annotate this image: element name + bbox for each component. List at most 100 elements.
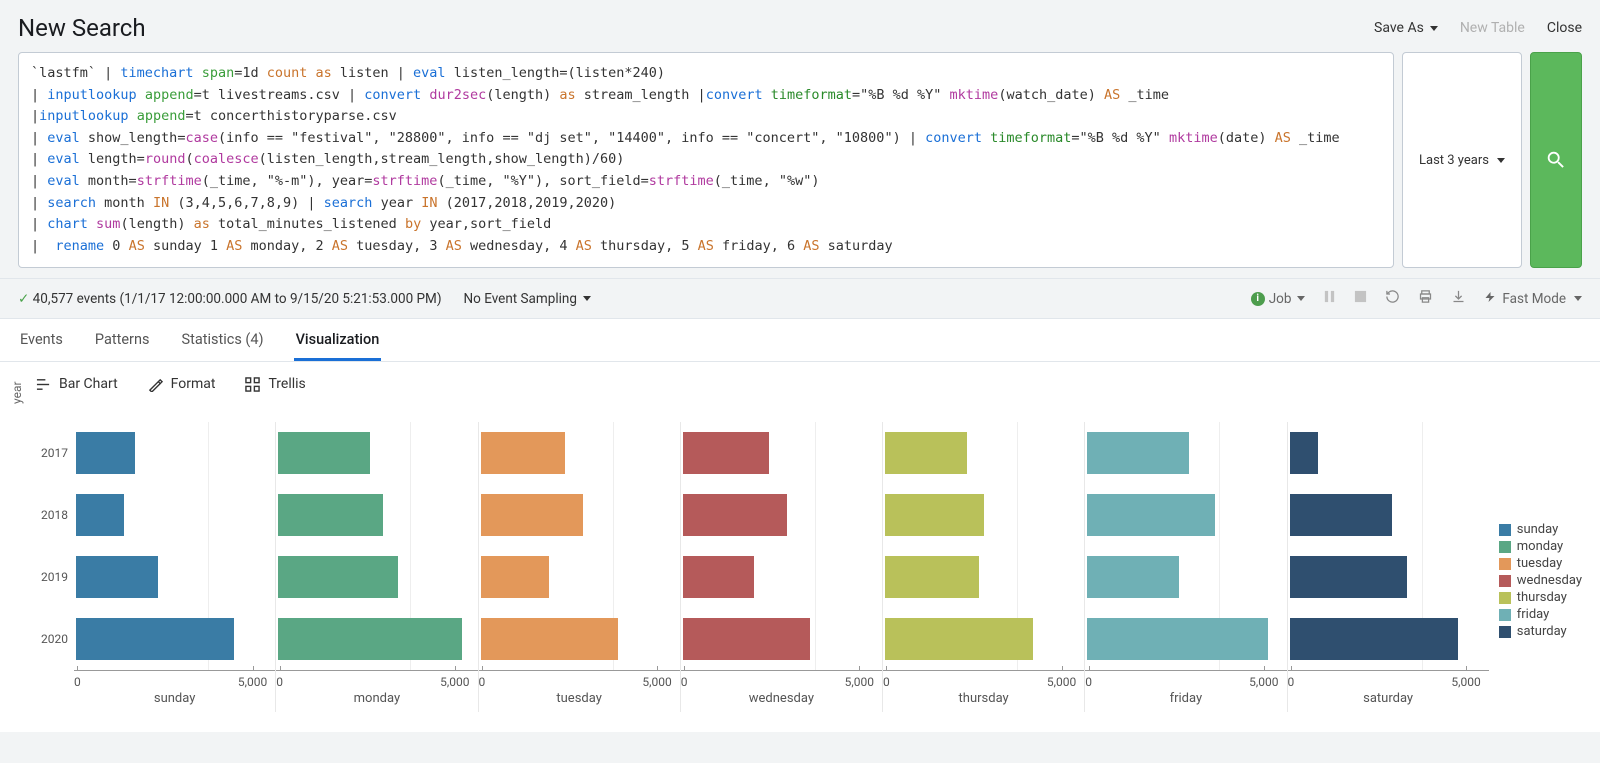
reload-icon[interactable] — [1385, 289, 1400, 308]
pause-icon — [1323, 290, 1336, 307]
facet-title: thursday — [883, 691, 1084, 706]
events-text: 40,577 events (1/1/17 12:00:00.000 AM to… — [33, 291, 442, 307]
facet-friday: 05,000friday — [1084, 422, 1286, 712]
header-actions: Save As New Table Close — [1374, 20, 1582, 36]
event-sampling-menu[interactable]: No Event Sampling — [464, 291, 591, 307]
bar[interactable] — [1087, 618, 1268, 660]
bar[interactable] — [76, 556, 158, 598]
legend-item-tuesday[interactable]: tuesday — [1499, 556, 1582, 571]
save-as-menu[interactable]: Save As — [1374, 20, 1438, 36]
bar[interactable] — [885, 556, 979, 598]
search-button[interactable] — [1530, 52, 1582, 268]
x-tick: 5,000 — [845, 675, 874, 689]
bar[interactable] — [76, 494, 124, 536]
bar[interactable] — [1087, 556, 1179, 598]
facet-sunday: 05,000sunday — [74, 422, 275, 712]
job-menu[interactable]: i Job — [1251, 291, 1306, 307]
y-axis-categories: 2017201820192020 — [32, 422, 74, 670]
bar[interactable] — [1087, 494, 1215, 536]
bar[interactable] — [76, 432, 135, 474]
chevron-down-icon — [583, 296, 591, 301]
bar[interactable] — [1290, 556, 1407, 598]
legend-label: sunday — [1517, 522, 1559, 537]
facet-saturday: 05,000saturday — [1287, 422, 1489, 712]
bar[interactable] — [885, 494, 984, 536]
download-icon[interactable] — [1451, 289, 1466, 308]
facet-tuesday: 05,000tuesday — [478, 422, 680, 712]
bar[interactable] — [1087, 432, 1189, 474]
format-button[interactable]: Format — [148, 376, 216, 392]
chart-facets: 05,000sunday05,000monday05,000tuesday05,… — [74, 422, 1489, 712]
bar[interactable] — [1290, 494, 1392, 536]
legend-item-wednesday[interactable]: wednesday — [1499, 573, 1582, 588]
bar[interactable] — [885, 432, 967, 474]
tab-statistics[interactable]: Statistics (4) — [179, 319, 265, 361]
job-label: Job — [1269, 291, 1292, 307]
x-tick: 0 — [1085, 675, 1092, 689]
legend-swatch — [1499, 592, 1511, 604]
facet-title: tuesday — [479, 691, 680, 706]
bar[interactable] — [683, 618, 811, 660]
bar[interactable] — [481, 494, 583, 536]
tab-events[interactable]: Events — [18, 319, 65, 361]
chart-type-picker[interactable]: Bar Chart — [36, 376, 118, 392]
page-header: New Search Save As New Table Close — [0, 0, 1600, 52]
legend-item-thursday[interactable]: thursday — [1499, 590, 1582, 605]
x-tick: 0 — [681, 675, 688, 689]
bar[interactable] — [278, 556, 398, 598]
print-icon[interactable] — [1418, 289, 1433, 308]
bar[interactable] — [683, 556, 754, 598]
result-tabs: Events Patterns Statistics (4) Visualiza… — [0, 319, 1600, 362]
x-tick: 5,000 — [1047, 675, 1076, 689]
x-tick: 0 — [883, 675, 890, 689]
new-table-button[interactable]: New Table — [1460, 20, 1525, 36]
lightning-icon — [1484, 290, 1496, 308]
tab-visualization[interactable]: Visualization — [294, 319, 382, 361]
tab-patterns[interactable]: Patterns — [93, 319, 152, 361]
x-tick: 0 — [74, 675, 81, 689]
y-tick: 2017 — [32, 422, 74, 484]
chevron-down-icon — [1297, 296, 1305, 301]
timerange-picker[interactable]: Last 3 years — [1402, 52, 1522, 268]
bar[interactable] — [278, 432, 370, 474]
chart-type-label: Bar Chart — [59, 376, 118, 392]
close-button[interactable]: Close — [1547, 20, 1582, 36]
bar[interactable] — [683, 494, 788, 536]
save-as-label: Save As — [1374, 20, 1424, 36]
trellis-button[interactable]: Trellis — [245, 376, 305, 392]
timerange-label: Last 3 years — [1419, 153, 1489, 168]
legend-item-monday[interactable]: monday — [1499, 539, 1582, 554]
legend-item-saturday[interactable]: saturday — [1499, 624, 1582, 639]
legend-label: tuesday — [1517, 556, 1562, 571]
x-tick: 5,000 — [1451, 675, 1480, 689]
x-tick: 5,000 — [1249, 675, 1278, 689]
legend-label: wednesday — [1517, 573, 1582, 588]
facet-title: saturday — [1288, 691, 1489, 706]
chevron-down-icon — [1574, 296, 1582, 301]
bar[interactable] — [481, 618, 619, 660]
chevron-down-icon — [1497, 158, 1505, 163]
legend-item-sunday[interactable]: sunday — [1499, 522, 1582, 537]
x-tick: 0 — [276, 675, 283, 689]
bar[interactable] — [76, 618, 234, 660]
page-title: New Search — [18, 14, 146, 42]
facet-wednesday: 05,000wednesday — [680, 422, 882, 712]
bar[interactable] — [885, 618, 1033, 660]
viz-toolbar: Bar Chart Format Trellis — [0, 362, 1600, 392]
bar[interactable] — [278, 494, 383, 536]
legend-swatch — [1499, 626, 1511, 638]
legend-swatch — [1499, 524, 1511, 536]
bar[interactable] — [683, 432, 770, 474]
bar[interactable] — [481, 556, 550, 598]
bar[interactable] — [1290, 432, 1318, 474]
bar-chart-icon — [36, 377, 51, 392]
y-tick: 2019 — [32, 546, 74, 608]
bar[interactable] — [278, 618, 462, 660]
bar[interactable] — [481, 432, 565, 474]
bar[interactable] — [1290, 618, 1458, 660]
legend-item-friday[interactable]: friday — [1499, 607, 1582, 622]
search-input[interactable]: `lastfm` | timechart span=1d count as li… — [18, 52, 1394, 268]
x-tick: 0 — [479, 675, 486, 689]
search-mode-menu[interactable]: Fast Mode — [1484, 290, 1582, 308]
searchbar-row: `lastfm` | timechart span=1d count as li… — [0, 52, 1600, 268]
